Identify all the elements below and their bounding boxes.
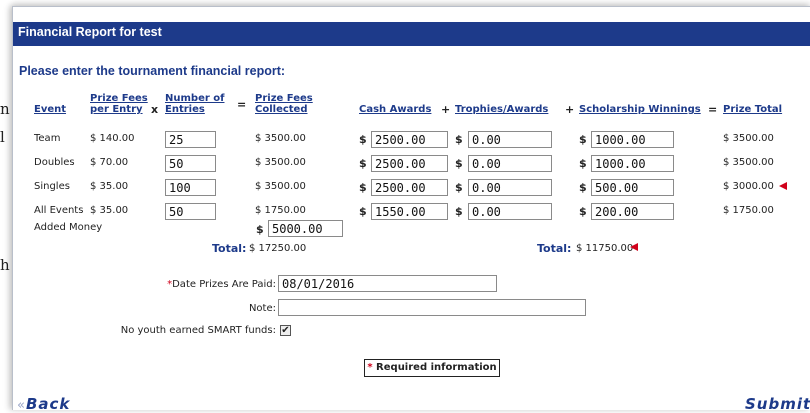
warning-flag-icon bbox=[779, 182, 787, 190]
op-times: x bbox=[151, 103, 159, 116]
currency-symbol: $ bbox=[455, 181, 463, 194]
note-label: Note: bbox=[248, 303, 276, 314]
op-equals: = bbox=[237, 98, 247, 111]
row-scholarship-input[interactable] bbox=[591, 155, 674, 172]
row-prize-total: $ 3000.00 bbox=[723, 181, 774, 192]
currency-symbol: $ bbox=[359, 157, 367, 170]
op-plus: + bbox=[441, 103, 451, 116]
row-trophies-awards-input[interactable] bbox=[468, 179, 552, 196]
row-event-name: Team bbox=[34, 133, 61, 144]
row-scholarship-input[interactable] bbox=[591, 179, 674, 196]
row-fees-collected: $ 3500.00 bbox=[255, 133, 306, 144]
currency-symbol: $ bbox=[455, 133, 463, 146]
col-cash-awards: Cash Awards bbox=[359, 104, 432, 115]
no-youth-smart-funds-checkbox[interactable]: ✔ bbox=[280, 325, 291, 336]
total-collected-value: $ 17250.00 bbox=[249, 243, 307, 254]
dialog-title-bar: Financial Report for test bbox=[13, 22, 810, 46]
total-prize-value: $ 11750.00 bbox=[576, 243, 634, 254]
financial-report-dialog: Financial Report for test Please enter t… bbox=[12, 6, 810, 413]
op-equals: = bbox=[708, 103, 718, 116]
report-prompt: Please enter the tournament financial re… bbox=[19, 64, 286, 78]
row-trophies-awards-input[interactable] bbox=[468, 155, 552, 172]
currency-symbol: $ bbox=[579, 181, 587, 194]
col-prize-total: Prize Total bbox=[723, 104, 783, 115]
background-text-fragment: l bbox=[0, 128, 5, 146]
row-cash-awards-input[interactable] bbox=[371, 179, 448, 196]
added-money-input[interactable] bbox=[268, 220, 343, 237]
row-fee-per-entry: $ 140.00 bbox=[90, 133, 135, 144]
col-prize-fees-per-entry: Prize Fees per Entry bbox=[90, 93, 148, 115]
row-trophies-awards-input[interactable] bbox=[468, 131, 552, 148]
back-arrow-icon: « bbox=[17, 398, 26, 413]
dialog-title: Financial Report for test bbox=[18, 25, 162, 39]
row-scholarship-input[interactable] bbox=[591, 203, 674, 220]
total-collected-label: Total: bbox=[212, 242, 247, 255]
currency-symbol: $ bbox=[359, 205, 367, 218]
col-event: Event bbox=[34, 104, 67, 115]
row-prize-total: $ 3500.00 bbox=[723, 157, 774, 168]
row-fees-collected: $ 3500.00 bbox=[255, 181, 306, 192]
col-prize-fees-collected: Prize Fees Collected bbox=[255, 93, 313, 115]
warning-flag-icon bbox=[630, 243, 638, 251]
added-money-label: Added Money bbox=[34, 222, 103, 233]
date-prizes-paid-label: *Date Prizes Are Paid: bbox=[167, 279, 276, 290]
back-link[interactable]: «Back bbox=[17, 395, 70, 413]
currency-symbol: $ bbox=[579, 157, 587, 170]
currency-symbol: $ bbox=[455, 205, 463, 218]
col-scholarship-winnings: Scholarship Winnings bbox=[579, 104, 701, 115]
op-plus: + bbox=[565, 103, 575, 116]
row-cash-awards-input[interactable] bbox=[371, 155, 448, 172]
submit-link[interactable]: Submit» bbox=[745, 395, 810, 413]
currency-symbol: $ bbox=[455, 157, 463, 170]
row-entries-input[interactable] bbox=[165, 131, 216, 148]
row-trophies-awards-input[interactable] bbox=[468, 203, 552, 220]
currency-symbol: $ bbox=[256, 223, 264, 236]
row-cash-awards-input[interactable] bbox=[371, 131, 448, 148]
col-trophies-awards: Trophies/Awards bbox=[455, 104, 549, 115]
currency-symbol: $ bbox=[579, 205, 587, 218]
row-cash-awards-input[interactable] bbox=[371, 203, 448, 220]
no-youth-smart-funds-label: No youth earned SMART funds: bbox=[120, 325, 276, 336]
row-fee-per-entry: $ 35.00 bbox=[90, 181, 129, 192]
row-prize-total: $ 3500.00 bbox=[723, 133, 774, 144]
row-prize-total: $ 1750.00 bbox=[723, 205, 774, 216]
row-event-name: All Events bbox=[34, 205, 84, 216]
date-prizes-paid-input[interactable] bbox=[278, 275, 497, 292]
row-fee-per-entry: $ 35.00 bbox=[90, 205, 129, 216]
row-entries-input[interactable] bbox=[165, 155, 216, 172]
row-fee-per-entry: $ 70.00 bbox=[90, 157, 129, 168]
note-input[interactable] bbox=[278, 299, 586, 316]
required-information-note: * Required information bbox=[364, 359, 500, 377]
currency-symbol: $ bbox=[359, 181, 367, 194]
currency-symbol: $ bbox=[579, 133, 587, 146]
total-prize-label: Total: bbox=[537, 242, 572, 255]
row-fees-collected: $ 3500.00 bbox=[255, 157, 306, 168]
col-number-of-entries: Number of Entries bbox=[165, 93, 225, 115]
row-fees-collected: $ 1750.00 bbox=[255, 205, 306, 216]
background-text-fragment: h bbox=[0, 256, 10, 274]
row-event-name: Doubles bbox=[34, 157, 75, 168]
currency-symbol: $ bbox=[359, 133, 367, 146]
background-text-fragment: n bbox=[0, 100, 10, 118]
row-scholarship-input[interactable] bbox=[591, 131, 674, 148]
row-event-name: Singles bbox=[34, 181, 70, 192]
row-entries-input[interactable] bbox=[165, 203, 216, 220]
row-entries-input[interactable] bbox=[165, 179, 216, 196]
